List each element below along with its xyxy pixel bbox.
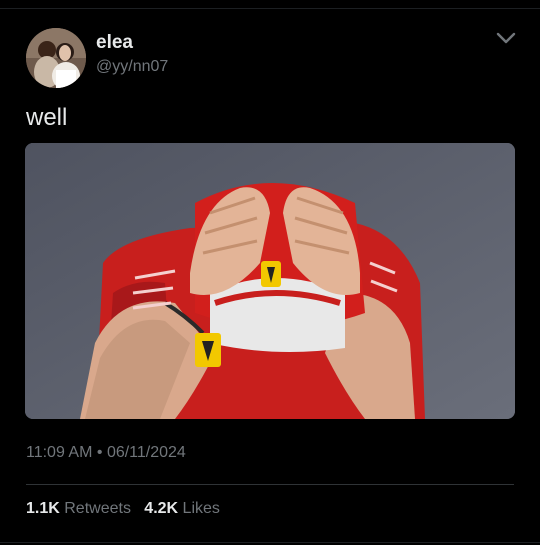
likes-count: 4.2K [144,500,179,517]
chevron-down-icon[interactable] [495,30,517,46]
retweets-count: 1.1K [26,500,60,517]
tweet-stats: 1.1K Retweets 4.2K Likes [26,500,220,518]
tweet-time: 11:09 AM [26,444,93,461]
tweet-timestamp[interactable]: 11:09 AM • 06/11/2024 [26,444,186,462]
avatar[interactable] [26,28,86,88]
likes-stat[interactable]: 4.2K Likes [144,500,220,517]
retweets-stat[interactable]: 1.1K Retweets [26,500,135,517]
top-divider [0,8,540,9]
user-handle[interactable]: @yy/nn07 [96,58,168,76]
photo-driver-hands-on-cap-icon [25,143,515,419]
tweet-date: 06/11/2024 [106,444,186,461]
retweets-label: Retweets [64,500,131,517]
tweet-media[interactable] [25,143,515,419]
stats-divider [26,484,514,485]
timestamp-separator: • [96,444,103,461]
display-name[interactable]: elea [96,32,133,54]
profile-photo-icon [26,28,86,88]
bottom-divider [0,542,540,543]
likes-label: Likes [182,500,220,517]
tweet-text: well [26,104,68,131]
